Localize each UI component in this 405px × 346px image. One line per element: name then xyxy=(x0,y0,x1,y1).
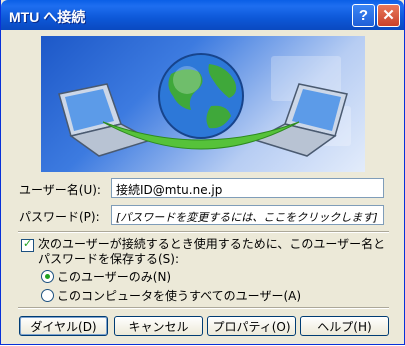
divider xyxy=(18,307,389,309)
dial-button[interactable]: ダイヤル(D) xyxy=(19,316,108,336)
laptop-icon xyxy=(58,83,153,157)
help-button[interactable]: ヘルプ(H) xyxy=(300,316,389,336)
radio-this-user-only[interactable] xyxy=(41,270,54,283)
username-input[interactable]: 接続ID@mtu.ne.jp xyxy=(111,178,384,198)
save-password-checkbox[interactable] xyxy=(21,237,34,252)
radio-this-user-label: このユーザーのみ(N) xyxy=(57,270,172,284)
close-icon: ✕ xyxy=(382,7,395,24)
properties-button[interactable]: プロパティ(O) xyxy=(207,316,296,336)
globe-icon xyxy=(158,53,244,139)
close-button[interactable]: ✕ xyxy=(377,4,400,27)
username-label: ユーザー名(U): xyxy=(19,183,101,197)
radio-all-users[interactable] xyxy=(41,289,54,302)
title-bar[interactable]: MTU へ接続 ? ✕ xyxy=(1,0,404,30)
divider xyxy=(18,231,389,233)
password-label: パスワード(P): xyxy=(19,210,100,224)
window-title: MTU へ接続 xyxy=(9,9,86,25)
save-password-label: 次のユーザーが接続するとき使用するために、このユーザー名とパスワードを保存する(… xyxy=(38,237,386,266)
password-input[interactable]: [パスワードを変更するには、ここをクリックします] xyxy=(111,205,384,225)
help-title-button[interactable]: ? xyxy=(352,4,375,27)
network-illustration xyxy=(58,53,351,157)
radio-all-users-label: このコンピュータを使うすべてのユーザー(A) xyxy=(57,289,302,303)
cancel-button[interactable]: キャンセル xyxy=(114,316,203,336)
help-icon: ? xyxy=(358,7,369,24)
connection-banner xyxy=(41,36,365,172)
dialog-window: MTU へ接続 ? ✕ ユーザー名(U): 接続ID@mtu.ne.jp パスワ… xyxy=(0,0,405,345)
